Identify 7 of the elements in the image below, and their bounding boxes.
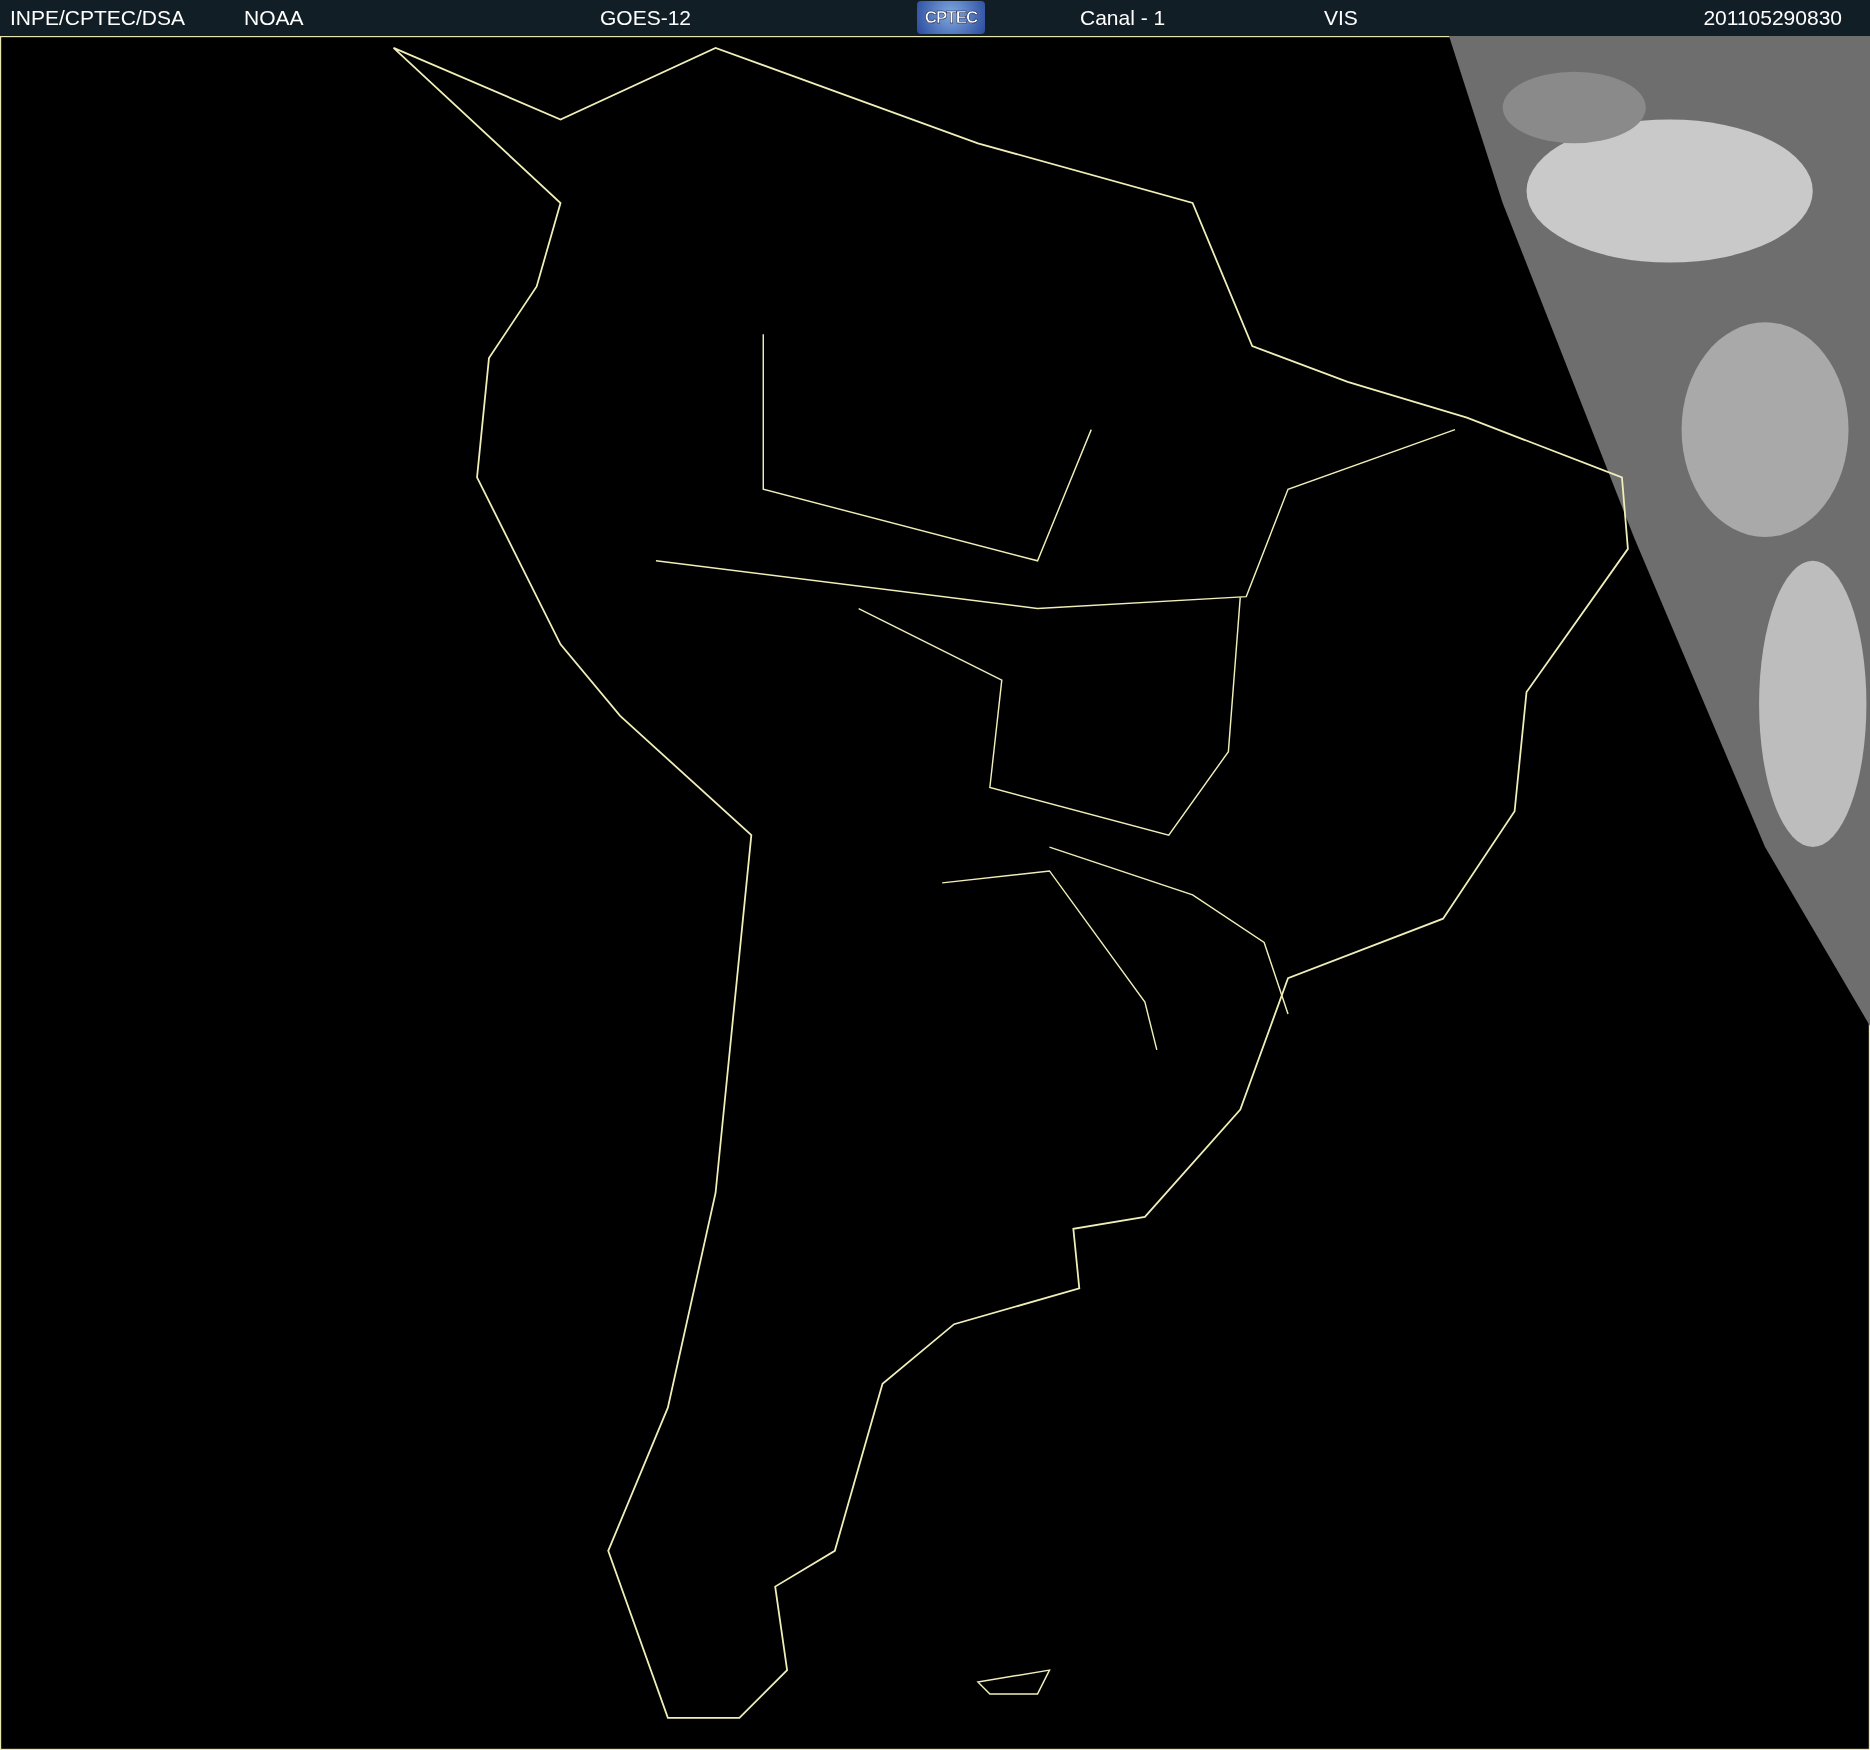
agency-label: NOAA [244,6,304,30]
logo: CPTEC [917,1,985,34]
source-label: INPE/CPTEC/DSA [10,6,186,30]
timestamp-label: 201105290830 [1703,6,1842,30]
band-label: VIS [1324,6,1358,30]
satellite-label: GOES-12 [600,6,692,30]
channel-label: Canal - 1 [1080,6,1166,30]
